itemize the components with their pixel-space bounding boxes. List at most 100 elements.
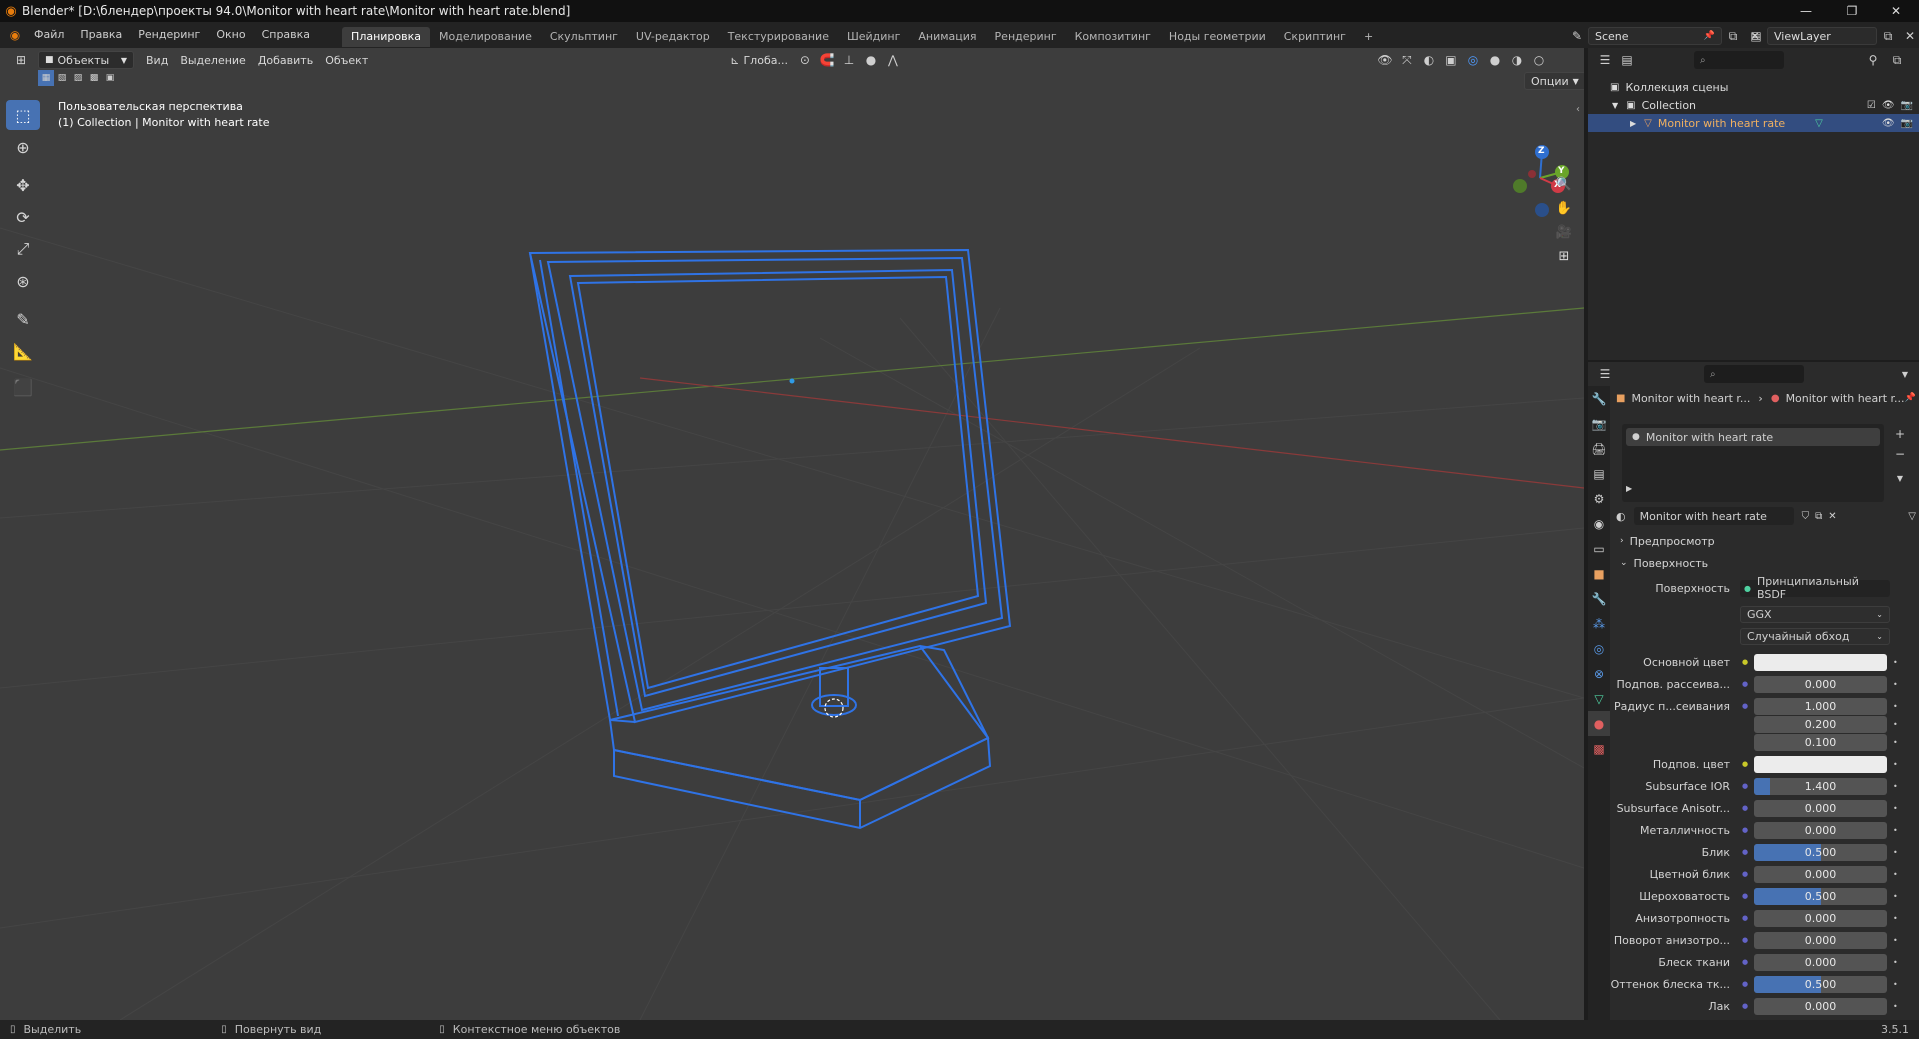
tab-data-icon[interactable]: ▽ bbox=[1588, 686, 1610, 711]
camera-icon[interactable]: 📷 bbox=[1901, 118, 1913, 129]
transform-tool-icon[interactable]: ⊛ bbox=[6, 266, 40, 296]
select-box-tool-icon[interactable]: ⬚ bbox=[6, 100, 40, 130]
menu-view[interactable]: Вид bbox=[140, 50, 174, 70]
overlay-toggle-icon[interactable]: ◐ bbox=[1418, 50, 1440, 70]
eye-icon[interactable]: 👁 bbox=[1882, 100, 1895, 111]
socket-icon[interactable]: ● bbox=[1740, 825, 1750, 835]
menu-edit[interactable]: Правка bbox=[72, 22, 130, 48]
tab-scripting[interactable]: Скриптинг bbox=[1275, 27, 1355, 47]
pivot-point-icon[interactable]: ⊙ bbox=[794, 50, 816, 70]
number-field[interactable]: 0.000 bbox=[1754, 909, 1887, 927]
tab-modifiers-icon[interactable]: 🔧 bbox=[1588, 586, 1610, 611]
menu-file[interactable]: Файл bbox=[26, 22, 72, 48]
tab-modeling[interactable]: Моделирование bbox=[430, 27, 541, 47]
distribution-dropdown[interactable]: GGX ⌄ bbox=[1740, 605, 1890, 623]
socket-icon[interactable]: ● bbox=[1740, 891, 1750, 901]
number-field[interactable]: 0.000 bbox=[1754, 953, 1887, 971]
keyframe-dot-icon[interactable]: • bbox=[1893, 848, 1903, 857]
pin-icon[interactable]: 📌 bbox=[1704, 31, 1715, 41]
delete-view-layer-icon[interactable]: ✕ bbox=[1899, 26, 1919, 46]
duplicate-material-icon[interactable]: ⧉ bbox=[1815, 511, 1822, 522]
wireframe-shading-icon[interactable]: ◎ bbox=[1462, 50, 1484, 70]
socket-icon[interactable]: ● bbox=[1740, 847, 1750, 857]
add-workspace-button[interactable]: + bbox=[1355, 27, 1382, 47]
snap-icon[interactable]: 🧲 bbox=[816, 50, 838, 70]
tab-scene-icon[interactable]: ⚙ bbox=[1588, 486, 1610, 511]
scene-name-field[interactable]: Scene 📌 bbox=[1588, 27, 1722, 45]
keyframe-dot-icon[interactable]: • bbox=[1893, 658, 1903, 667]
rendered-shading-icon[interactable]: ○ bbox=[1528, 50, 1550, 70]
checkbox-icon[interactable]: ☑ bbox=[1867, 100, 1876, 111]
falloff-icon[interactable]: ⋀ bbox=[882, 50, 904, 70]
filter-icon[interactable]: ⚲ bbox=[1862, 50, 1884, 70]
keyframe-dot-icon[interactable]: • bbox=[1893, 870, 1903, 879]
tab-texture-paint[interactable]: Текстурирование bbox=[719, 27, 838, 47]
rotate-tool-icon[interactable]: ⟳ bbox=[6, 202, 40, 232]
panel-surface[interactable]: ⌄ Поверхность bbox=[1610, 552, 1919, 574]
keyframe-dot-icon[interactable]: • bbox=[1893, 702, 1903, 711]
keyframe-dot-icon[interactable]: • bbox=[1893, 782, 1903, 791]
editor-type-icon[interactable]: ⊞ bbox=[10, 50, 32, 70]
socket-icon[interactable]: ● bbox=[1740, 803, 1750, 813]
material-name-field[interactable]: Monitor with heart rate bbox=[1633, 507, 1794, 525]
add-slot-icon[interactable]: + bbox=[1890, 424, 1910, 444]
number-field[interactable]: 0.000 bbox=[1754, 799, 1887, 817]
snap-target-icon[interactable]: ⊥ bbox=[838, 50, 860, 70]
outliner-scene-collection[interactable]: ▣ Коллекция сцены bbox=[1588, 78, 1919, 96]
outliner-search-input[interactable]: ⌕ bbox=[1694, 51, 1784, 69]
number-field[interactable]: 0.000 bbox=[1754, 675, 1887, 693]
maximize-button[interactable]: ❐ bbox=[1829, 0, 1875, 22]
socket-icon[interactable]: ● bbox=[1740, 979, 1750, 989]
tab-render-icon[interactable]: 📷 bbox=[1588, 411, 1610, 436]
unlink-material-icon[interactable]: ✕ bbox=[1828, 511, 1836, 522]
tab-object-icon[interactable]: ■ bbox=[1588, 561, 1610, 586]
tab-world-icon[interactable]: ◉ bbox=[1588, 511, 1610, 536]
minimize-button[interactable]: — bbox=[1783, 0, 1829, 22]
new-view-layer-icon[interactable]: ⧉ bbox=[1877, 26, 1899, 46]
select-extend-icon[interactable]: ▧ bbox=[54, 70, 70, 86]
tab-output-icon[interactable]: 🖨 bbox=[1588, 436, 1610, 461]
annotate-tool-icon[interactable]: ✎ bbox=[6, 304, 40, 334]
close-button[interactable]: ✕ bbox=[1873, 0, 1919, 22]
remove-slot-icon[interactable]: − bbox=[1890, 444, 1910, 464]
node-link-icon[interactable]: ▽ bbox=[1908, 511, 1916, 522]
camera-icon[interactable]: 📷 bbox=[1901, 100, 1913, 111]
keyframe-dot-icon[interactable]: • bbox=[1893, 738, 1903, 747]
collapse-arrow-icon[interactable]: ▼ bbox=[1612, 101, 1618, 110]
number-field[interactable]: 0.000 bbox=[1754, 931, 1887, 949]
expand-arrow-icon[interactable]: ▶ bbox=[1626, 484, 1632, 493]
chevron-down-icon[interactable]: ▼ bbox=[1894, 364, 1916, 384]
tab-physics-icon[interactable]: ◎ bbox=[1588, 636, 1610, 661]
socket-icon[interactable]: ● bbox=[1740, 701, 1750, 711]
3d-viewport[interactable]: Z Y X ⊞ ■ Объекты ▼ Вид Выделение Добави… bbox=[0, 48, 1584, 1020]
menu-render[interactable]: Рендеринг bbox=[130, 22, 208, 48]
keyframe-dot-icon[interactable]: • bbox=[1893, 720, 1903, 729]
xray-icon[interactable]: ▣ bbox=[1440, 50, 1462, 70]
number-field[interactable]: 0.000 bbox=[1754, 865, 1887, 883]
cursor-tool-icon[interactable]: ⊕ bbox=[6, 132, 40, 162]
menu-help[interactable]: Справка bbox=[254, 22, 318, 48]
eye-icon[interactable]: 👁 bbox=[1882, 118, 1895, 129]
scale-tool-icon[interactable]: ⤢ bbox=[6, 234, 40, 264]
keyframe-dot-icon[interactable]: • bbox=[1893, 936, 1903, 945]
proportional-edit-icon[interactable]: ● bbox=[860, 50, 882, 70]
select-intersect-icon[interactable]: ▣ bbox=[102, 70, 118, 86]
number-field[interactable]: 1.400 bbox=[1754, 777, 1887, 795]
socket-icon[interactable]: ● bbox=[1740, 1001, 1750, 1011]
properties-search-input[interactable]: ⌕ bbox=[1704, 365, 1804, 383]
pin-icon[interactable]: 📌 bbox=[1905, 393, 1916, 403]
select-new-icon[interactable]: ▦ bbox=[38, 70, 54, 86]
material-slot[interactable]: ● Monitor with heart rate bbox=[1626, 428, 1880, 446]
tab-shading[interactable]: Шейдинг bbox=[838, 27, 909, 47]
material-shading-icon[interactable]: ◑ bbox=[1506, 50, 1528, 70]
tab-constraints-icon[interactable]: ⊗ bbox=[1588, 661, 1610, 686]
tab-tool-icon[interactable]: 🔧 bbox=[1588, 386, 1610, 411]
color-swatch[interactable] bbox=[1754, 755, 1887, 773]
add-cube-tool-icon[interactable]: ⬛ bbox=[6, 372, 40, 402]
number-field[interactable]: 0.100 bbox=[1754, 733, 1887, 751]
tab-material-icon[interactable]: ● bbox=[1588, 711, 1610, 736]
socket-icon[interactable]: ● bbox=[1740, 781, 1750, 791]
options-dropdown[interactable]: Опции ▼ bbox=[1524, 72, 1584, 90]
measure-tool-icon[interactable]: 📐 bbox=[6, 336, 40, 366]
outliner-editor-icon[interactable]: ☰ bbox=[1594, 50, 1616, 70]
